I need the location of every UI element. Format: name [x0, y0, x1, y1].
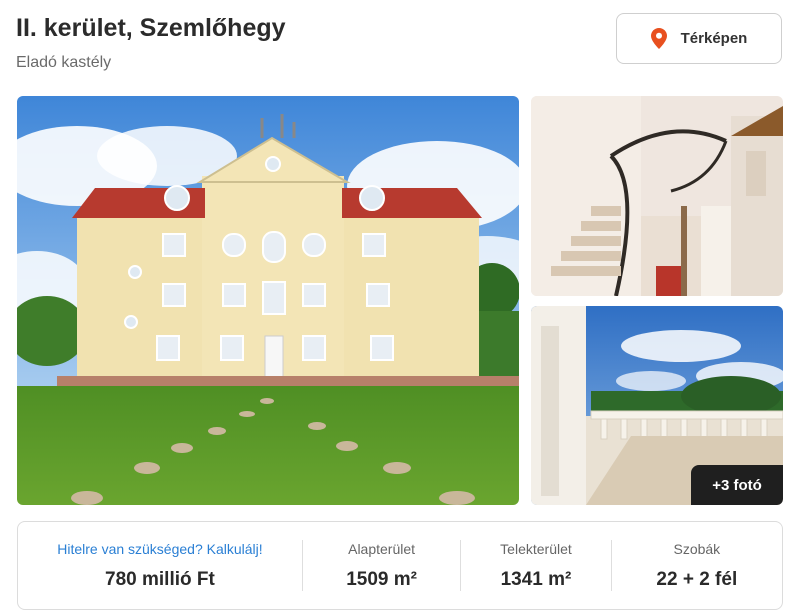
floor-area-cell: Alapterület 1509 m² [303, 522, 460, 609]
map-pin-icon [650, 28, 667, 49]
staircase-image [531, 96, 783, 296]
page-title: II. kerület, Szemlőhegy [16, 14, 286, 42]
mansion-image [17, 96, 519, 505]
rooms-label: Szobák [673, 540, 721, 557]
floor-area-label: Alapterület [348, 540, 416, 557]
floor-area-value: 1509 m² [346, 568, 417, 590]
terrace-photo[interactable]: +3 fotó [531, 306, 783, 505]
map-view-button[interactable]: Térképen [616, 13, 782, 64]
map-view-label: Térképen [680, 30, 748, 47]
price-cell: Hitelre van szükséged? Kalkulálj! 780 mi… [18, 522, 302, 609]
staircase-photo[interactable] [531, 96, 783, 296]
plot-area-value: 1341 m² [500, 568, 572, 590]
more-photos-badge[interactable]: +3 fotó [691, 465, 783, 505]
plot-area-label: Telekterület [500, 540, 572, 557]
property-details-bar: Hitelre van szükséged? Kalkulálj! 780 mi… [17, 521, 783, 610]
loan-calculator-link[interactable]: Hitelre van szükséged? Kalkulálj! [57, 541, 262, 557]
property-type: Eladó kastély [16, 54, 112, 71]
price-value: 780 millió Ft [105, 568, 215, 590]
plot-area-cell: Telekterület 1341 m² [461, 522, 610, 609]
rooms-value: 22 + 2 fél [656, 568, 738, 590]
rooms-cell: Szobák 22 + 2 fél [612, 522, 782, 609]
main-photo[interactable] [17, 96, 519, 505]
